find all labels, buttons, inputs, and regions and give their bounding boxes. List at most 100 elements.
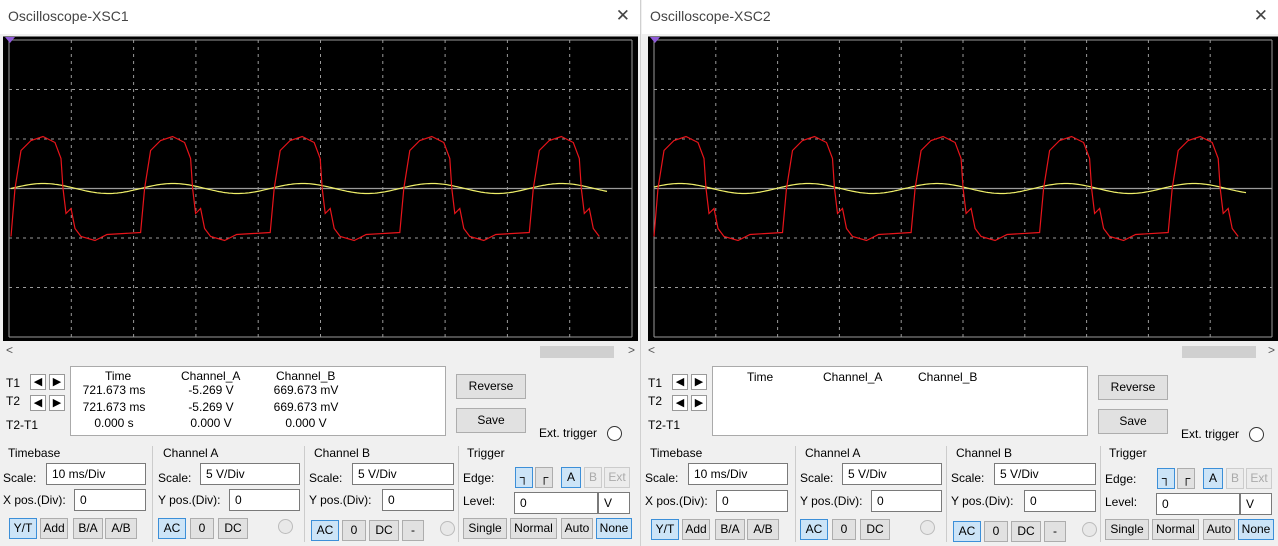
- t1-right-arrow-icon[interactable]: ▶: [49, 374, 65, 390]
- channel-b-scale-input[interactable]: 5 V/Div: [352, 463, 454, 485]
- t2-right-arrow-icon[interactable]: ▶: [691, 395, 707, 411]
- timebase-scale-input[interactable]: 10 ms/Div: [688, 463, 788, 485]
- falling-edge-icon[interactable]: ┌: [1177, 468, 1195, 489]
- trigger-level-label: Level:: [463, 494, 496, 508]
- mode-ba-button[interactable]: B/A: [715, 519, 745, 540]
- channel-a-radio[interactable]: [920, 520, 935, 535]
- rising-edge-icon[interactable]: ┐: [1157, 468, 1175, 489]
- channel-a-ypos-input[interactable]: 0: [229, 489, 300, 511]
- save-button[interactable]: Save: [1098, 409, 1168, 434]
- channel-a-scale-input[interactable]: 5 V/Div: [842, 463, 942, 485]
- scroll-left-icon[interactable]: <: [6, 343, 13, 357]
- channel-b-ypos-label: Y pos.(Div):: [309, 493, 372, 507]
- scroll-right-icon[interactable]: >: [1268, 343, 1275, 357]
- channel-a-ypos-input[interactable]: 0: [871, 490, 942, 512]
- cursor-readout-table: Time Channel_A Channel_B 721.673 ms -5.2…: [70, 366, 446, 436]
- channel-a-scale-label: Scale:: [800, 471, 834, 485]
- x-pos-input[interactable]: 0: [74, 489, 146, 511]
- channel-b-dc-button[interactable]: DC: [1011, 521, 1041, 542]
- timebase-scale-label: Scale:: [645, 471, 679, 485]
- channel-b-scale-input[interactable]: 5 V/Div: [994, 463, 1096, 485]
- channel-b-zero-button[interactable]: 0: [984, 521, 1008, 542]
- t2-right-arrow-icon[interactable]: ▶: [49, 395, 65, 411]
- channel-a-dc-button[interactable]: DC: [860, 519, 890, 540]
- channel-b-zero-button[interactable]: 0: [342, 520, 366, 541]
- channel-b-ac-button[interactable]: AC: [953, 521, 981, 542]
- rising-edge-icon[interactable]: ┐: [515, 467, 533, 488]
- channel-b-radio[interactable]: [440, 521, 455, 536]
- falling-edge-icon[interactable]: ┌: [535, 467, 553, 488]
- channel-a-ac-button[interactable]: AC: [158, 518, 186, 539]
- channel-b-radio[interactable]: [1082, 522, 1097, 537]
- trigger-source-a-button[interactable]: A: [1203, 468, 1223, 489]
- reverse-button[interactable]: Reverse: [1098, 375, 1168, 400]
- channel-b-invert-button[interactable]: -: [402, 520, 424, 541]
- cell: -5.269 V: [188, 400, 234, 414]
- trigger-auto-button[interactable]: Auto: [1203, 519, 1235, 540]
- mode-add-button[interactable]: Add: [40, 518, 68, 539]
- t1-left-arrow-icon[interactable]: ◀: [30, 374, 46, 390]
- t1-left-arrow-icon[interactable]: ◀: [672, 374, 688, 390]
- trigger-source-b-button[interactable]: B: [1226, 468, 1244, 489]
- divider: [946, 446, 947, 542]
- scope-graph: [650, 37, 1273, 338]
- ext-trigger-radio[interactable]: [607, 426, 622, 441]
- mode-ab-button[interactable]: A/B: [747, 519, 779, 540]
- horizontal-scrollbar[interactable]: < >: [3, 343, 638, 361]
- channel-a-radio[interactable]: [278, 519, 293, 534]
- cursor-controls: T1 ◀ ▶ T2 ◀ ▶ T2-T1: [0, 364, 68, 436]
- reverse-button[interactable]: Reverse: [456, 374, 526, 399]
- mode-ab-button[interactable]: A/B: [105, 518, 137, 539]
- t1-right-arrow-icon[interactable]: ▶: [691, 374, 707, 390]
- trigger-normal-button[interactable]: Normal: [1152, 519, 1199, 540]
- timebase-scale-input[interactable]: 10 ms/Div: [46, 463, 146, 485]
- scope-display-xsc2[interactable]: [648, 36, 1278, 341]
- title-bar: Oscilloscope-XSC1 ✕: [0, 0, 640, 34]
- cell: 721.673 ms: [82, 400, 146, 414]
- trigger-source-ext-button[interactable]: Ext: [1246, 468, 1272, 489]
- t2-left-arrow-icon[interactable]: ◀: [30, 395, 46, 411]
- mode-yt-button[interactable]: Y/T: [9, 518, 37, 539]
- channel-b-dc-button[interactable]: DC: [369, 520, 399, 541]
- trigger-single-button[interactable]: Single: [463, 518, 507, 539]
- channel-b-invert-button[interactable]: -: [1044, 521, 1066, 542]
- scroll-right-icon[interactable]: >: [628, 343, 635, 357]
- trigger-source-b-button[interactable]: B: [584, 467, 602, 488]
- channel-a-ac-button[interactable]: AC: [800, 519, 828, 540]
- horizontal-scrollbar[interactable]: < >: [645, 343, 1278, 361]
- close-icon[interactable]: ✕: [1254, 6, 1268, 26]
- trigger-normal-button[interactable]: Normal: [510, 518, 557, 539]
- channel-b-ypos-input[interactable]: 0: [1024, 490, 1096, 512]
- trigger-level-input[interactable]: 0: [1156, 493, 1240, 515]
- channel-a-dc-button[interactable]: DC: [218, 518, 248, 539]
- divider: [795, 446, 796, 542]
- trigger-level-unit[interactable]: V: [598, 492, 630, 514]
- trigger-single-button[interactable]: Single: [1105, 519, 1149, 540]
- scope-display-xsc1[interactable]: [3, 36, 638, 341]
- trigger-level-input[interactable]: 0: [514, 492, 598, 514]
- t2-t1-label: T2-T1: [648, 418, 681, 432]
- scroll-left-icon[interactable]: <: [648, 343, 655, 357]
- mode-yt-button[interactable]: Y/T: [651, 519, 679, 540]
- channel-b-ac-button[interactable]: AC: [311, 520, 339, 541]
- channel-a-zero-button[interactable]: 0: [190, 518, 214, 539]
- channel-a-zero-button[interactable]: 0: [832, 519, 856, 540]
- scroll-thumb[interactable]: [1182, 346, 1256, 358]
- channel-b-ypos-input[interactable]: 0: [382, 489, 454, 511]
- trigger-none-button[interactable]: None: [1238, 519, 1274, 540]
- trigger-source-a-button[interactable]: A: [561, 467, 581, 488]
- mode-add-button[interactable]: Add: [682, 519, 710, 540]
- channel-a-scale-input[interactable]: 5 V/Div: [200, 463, 300, 485]
- x-pos-input[interactable]: 0: [716, 490, 788, 512]
- trigger-source-ext-button[interactable]: Ext: [604, 467, 630, 488]
- mode-ba-button[interactable]: B/A: [73, 518, 103, 539]
- trigger-auto-button[interactable]: Auto: [561, 518, 593, 539]
- save-button[interactable]: Save: [456, 408, 526, 433]
- t2-left-arrow-icon[interactable]: ◀: [672, 395, 688, 411]
- trigger-none-button[interactable]: None: [596, 518, 632, 539]
- trigger-title: Trigger: [1109, 446, 1147, 460]
- ext-trigger-radio[interactable]: [1249, 427, 1264, 442]
- scroll-thumb[interactable]: [540, 346, 614, 358]
- trigger-level-unit[interactable]: V: [1240, 493, 1272, 515]
- close-icon[interactable]: ✕: [616, 6, 630, 26]
